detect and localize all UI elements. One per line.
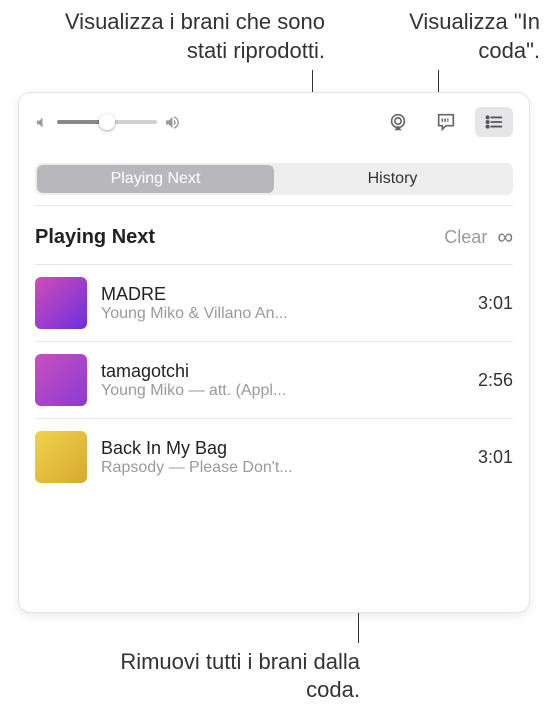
- track-row[interactable]: Back In My Bag Rapsody — Please Don't...…: [35, 418, 513, 495]
- tab-playing-next[interactable]: Playing Next: [37, 165, 274, 193]
- volume-low-icon: [35, 115, 50, 130]
- callout-history: Visualizza i brani che sono stati riprod…: [25, 8, 325, 65]
- queue-button[interactable]: [475, 107, 513, 137]
- segmented-control: Playing Next History: [35, 163, 513, 195]
- airplay-button[interactable]: [379, 107, 417, 137]
- section-header: Playing Next Clear ∞: [19, 206, 529, 264]
- volume-slider[interactable]: [57, 120, 157, 124]
- section-title: Playing Next: [35, 226, 444, 249]
- track-subtitle: Rapsody — Please Don't...: [101, 459, 464, 477]
- playback-toolbar: [19, 93, 529, 145]
- queue-panel: Playing Next History Playing Next Clear …: [18, 92, 530, 613]
- track-row[interactable]: MADRE Young Miko & Villano An... 3:01: [35, 264, 513, 341]
- album-art: [35, 354, 87, 406]
- track-title: MADRE: [101, 284, 464, 305]
- track-row[interactable]: tamagotchi Young Miko — att. (Appl... 2:…: [35, 341, 513, 418]
- track-subtitle: Young Miko — att. (Appl...: [101, 382, 464, 400]
- autoplay-infinity-button[interactable]: ∞: [497, 224, 513, 250]
- clear-button[interactable]: Clear: [444, 227, 487, 248]
- album-art: [35, 277, 87, 329]
- album-art: [35, 431, 87, 483]
- track-title: Back In My Bag: [101, 438, 464, 459]
- track-title: tamagotchi: [101, 361, 464, 382]
- track-list: MADRE Young Miko & Villano An... 3:01 ta…: [19, 264, 529, 495]
- volume-high-icon: [164, 114, 181, 131]
- volume-control[interactable]: [35, 114, 197, 131]
- callout-queue: Visualizza "In coda".: [400, 8, 540, 65]
- track-subtitle: Young Miko & Villano An...: [101, 305, 464, 323]
- track-duration: 3:01: [478, 447, 513, 468]
- tab-history[interactable]: History: [274, 165, 511, 193]
- track-duration: 2:56: [478, 370, 513, 391]
- callout-clear: Rimuovi tutti i brani dalla coda.: [120, 648, 360, 705]
- lyrics-button[interactable]: [427, 107, 465, 137]
- track-duration: 3:01: [478, 293, 513, 314]
